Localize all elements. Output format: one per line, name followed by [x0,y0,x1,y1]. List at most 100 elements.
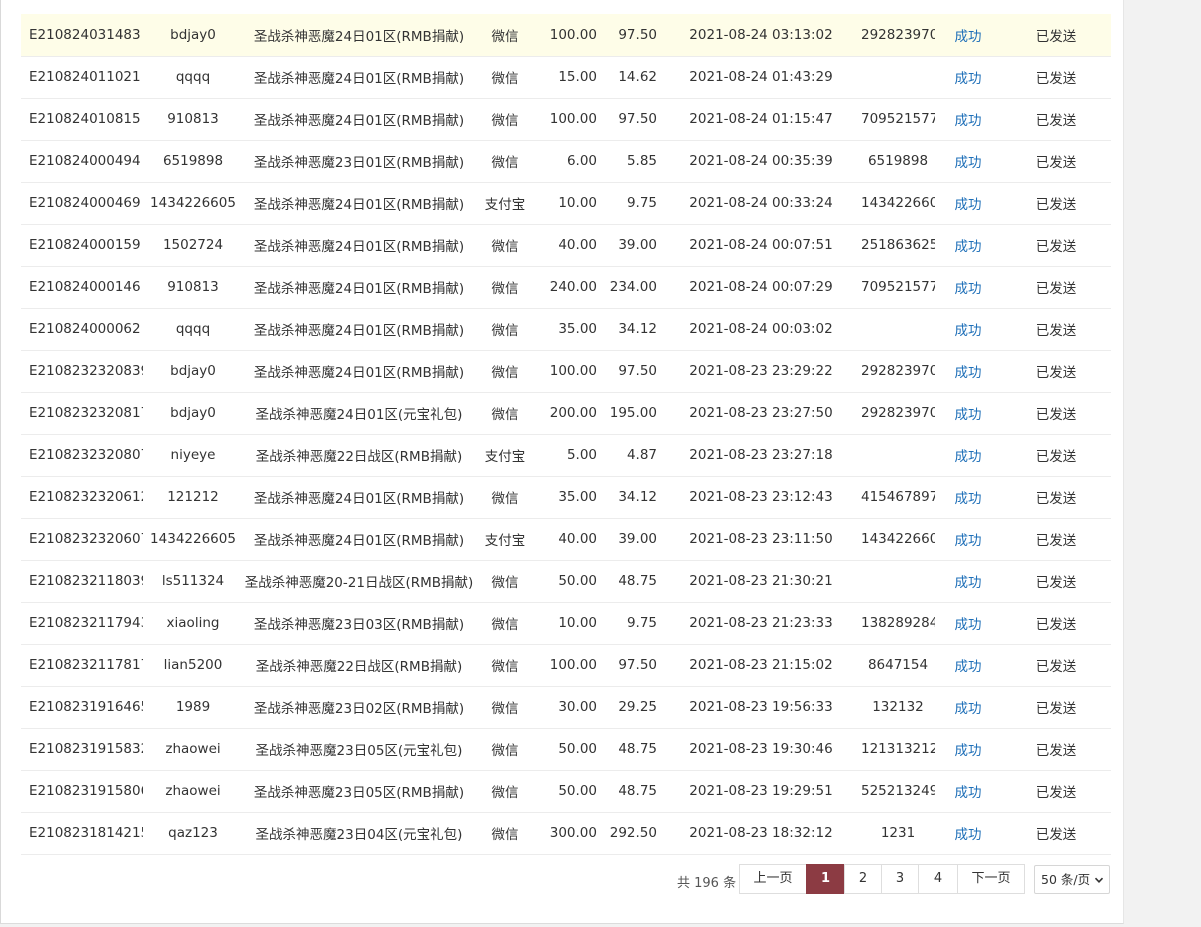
payment-status-cell[interactable]: 成功 [935,266,1001,309]
amount-cell: 50.00 [535,770,601,813]
delivery-status-cell: 已发送 [1001,308,1111,351]
delivery-status-cell: 已发送 [1001,644,1111,687]
role-id-cell [861,560,935,603]
amount-cell: 40.00 [535,518,601,561]
username-cell: niyeye [143,434,243,477]
table-row: E2108232320807 niyeye 圣战杀神恶魔22日战区(RMB捐献) 支付… [21,434,1111,477]
payment-status-cell[interactable]: 成功 [935,350,1001,393]
order-id-cell: E2108232118039 [21,560,143,603]
page-3-button[interactable]: 3 [881,864,919,894]
payment-status-cell[interactable]: 成功 [935,56,1001,99]
payment-status-cell[interactable]: 成功 [935,644,1001,687]
role-id-cell: 121313212 [861,728,935,771]
order-time-cell: 2021-08-24 00:07:51 [661,224,861,267]
role-id-cell: 2928239708 [861,392,935,435]
username-cell: 6519898 [143,140,243,183]
table-row: E2108231814215 qaz123 圣战杀神恶魔23日04区(元宝礼包) 微信… [21,812,1111,855]
order-time-cell: 2021-08-23 21:30:21 [661,560,861,603]
delivery-status-cell: 已发送 [1001,14,1111,57]
order-time-cell: 2021-08-24 00:33:24 [661,182,861,225]
page-1-button[interactable]: 1 [806,864,845,894]
order-id-cell: E2108232117817 [21,644,143,687]
payment-status-cell[interactable]: 成功 [935,686,1001,729]
payment-status-cell[interactable]: 成功 [935,14,1001,57]
page-4-button[interactable]: 4 [918,864,958,894]
amount-cell: 200.00 [535,392,601,435]
payment-status-cell[interactable]: 成功 [935,770,1001,813]
table-row: E210824000146 910813 圣战杀神恶魔24日01区(RMB捐献) 微信… [21,266,1111,309]
order-id-cell: E2108232320612 [21,476,143,519]
delivery-status-cell: 已发送 [1001,728,1111,771]
order-time-cell: 2021-08-24 01:15:47 [661,98,861,141]
role-id-cell: 251863625 [861,224,935,267]
order-time-cell: 2021-08-23 23:29:22 [661,350,861,393]
role-id-cell: 709521577 [861,266,935,309]
product-cell: 圣战杀神恶魔23日01区(RMB捐献) [243,140,475,183]
role-id-cell [861,434,935,477]
order-id-cell: E2108232320807 [21,434,143,477]
product-cell: 圣战杀神恶魔24日01区(RMB捐献) [243,14,475,57]
role-id-cell: 132132 [861,686,935,729]
product-cell: 圣战杀神恶魔24日01区(RMB捐献) [243,182,475,225]
role-id-cell: 2928239708 [861,350,935,393]
next-page-button[interactable]: 下一页 [957,864,1025,894]
amount-cell: 100.00 [535,14,601,57]
table-row: E2108231916465 1989 圣战杀神恶魔23日02区(RMB捐献) 微信 3… [21,686,1111,729]
product-cell: 圣战杀神恶魔24日01区(RMB捐献) [243,350,475,393]
actual-amount-cell: 34.12 [601,476,661,519]
delivery-status-cell: 已发送 [1001,518,1111,561]
page-size-select[interactable]: 50 条/页 [1034,865,1110,894]
order-time-cell: 2021-08-24 01:43:29 [661,56,861,99]
payment-status-cell[interactable]: 成功 [935,392,1001,435]
payment-status-cell[interactable]: 成功 [935,728,1001,771]
order-id-cell: E210824000469 [21,182,143,225]
amount-cell: 35.00 [535,308,601,351]
order-time-cell: 2021-08-23 19:56:33 [661,686,861,729]
page-size-value: 50 条/页 [1041,872,1091,887]
username-cell: qqqq [143,56,243,99]
role-id-cell: 525213249 [861,770,935,813]
amount-cell: 50.00 [535,728,601,771]
role-id-cell [861,56,935,99]
payment-status-cell[interactable]: 成功 [935,308,1001,351]
delivery-status-cell: 已发送 [1001,770,1111,813]
payment-method-cell: 微信 [475,728,535,771]
order-id-cell: E2108232320607 [21,518,143,561]
table-row: E2108231915832 zhaowei 圣战杀神恶魔23日05区(元宝礼包) 微… [21,728,1111,771]
order-time-cell: 2021-08-23 21:15:02 [661,644,861,687]
payment-status-cell[interactable]: 成功 [935,518,1001,561]
delivery-status-cell: 已发送 [1001,602,1111,645]
payment-status-cell[interactable]: 成功 [935,812,1001,855]
payment-status-cell[interactable]: 成功 [935,560,1001,603]
actual-amount-cell: 9.75 [601,602,661,645]
prev-page-button[interactable]: 上一页 [739,864,807,894]
table-row: E2108232320817 bdjay0 圣战杀神恶魔24日01区(元宝礼包) 微信… [21,392,1111,435]
order-id-cell: E210824011021 [21,56,143,99]
product-cell: 圣战杀神恶魔23日02区(RMB捐献) [243,686,475,729]
actual-amount-cell: 5.85 [601,140,661,183]
order-time-cell: 2021-08-23 18:32:12 [661,812,861,855]
payment-status-cell[interactable]: 成功 [935,476,1001,519]
table-row: E2108232320607 1434226605 圣战杀神恶魔24日01区(RMB… [21,518,1111,561]
table-row: E2108231915806 zhaowei 圣战杀神恶魔23日05区(RMB捐献)… [21,770,1111,813]
actual-amount-cell: 48.75 [601,560,661,603]
product-cell: 圣战杀神恶魔24日01区(RMB捐献) [243,518,475,561]
payment-method-cell: 微信 [475,266,535,309]
payment-status-cell[interactable]: 成功 [935,98,1001,141]
page-2-button[interactable]: 2 [844,864,882,894]
username-cell: zhaowei [143,770,243,813]
order-id-cell: E210824000062 [21,308,143,351]
order-id-cell: E2108231916465 [21,686,143,729]
delivery-status-cell: 已发送 [1001,434,1111,477]
username-cell: 910813 [143,98,243,141]
payment-status-cell[interactable]: 成功 [935,182,1001,225]
chevron-down-icon [1094,877,1104,883]
username-cell: bdjay0 [143,350,243,393]
payment-status-cell[interactable]: 成功 [935,602,1001,645]
payment-status-cell[interactable]: 成功 [935,434,1001,477]
username-cell: bdjay0 [143,392,243,435]
delivery-status-cell: 已发送 [1001,182,1111,225]
payment-status-cell[interactable]: 成功 [935,224,1001,267]
payment-status-cell[interactable]: 成功 [935,140,1001,183]
payment-method-cell: 微信 [475,308,535,351]
